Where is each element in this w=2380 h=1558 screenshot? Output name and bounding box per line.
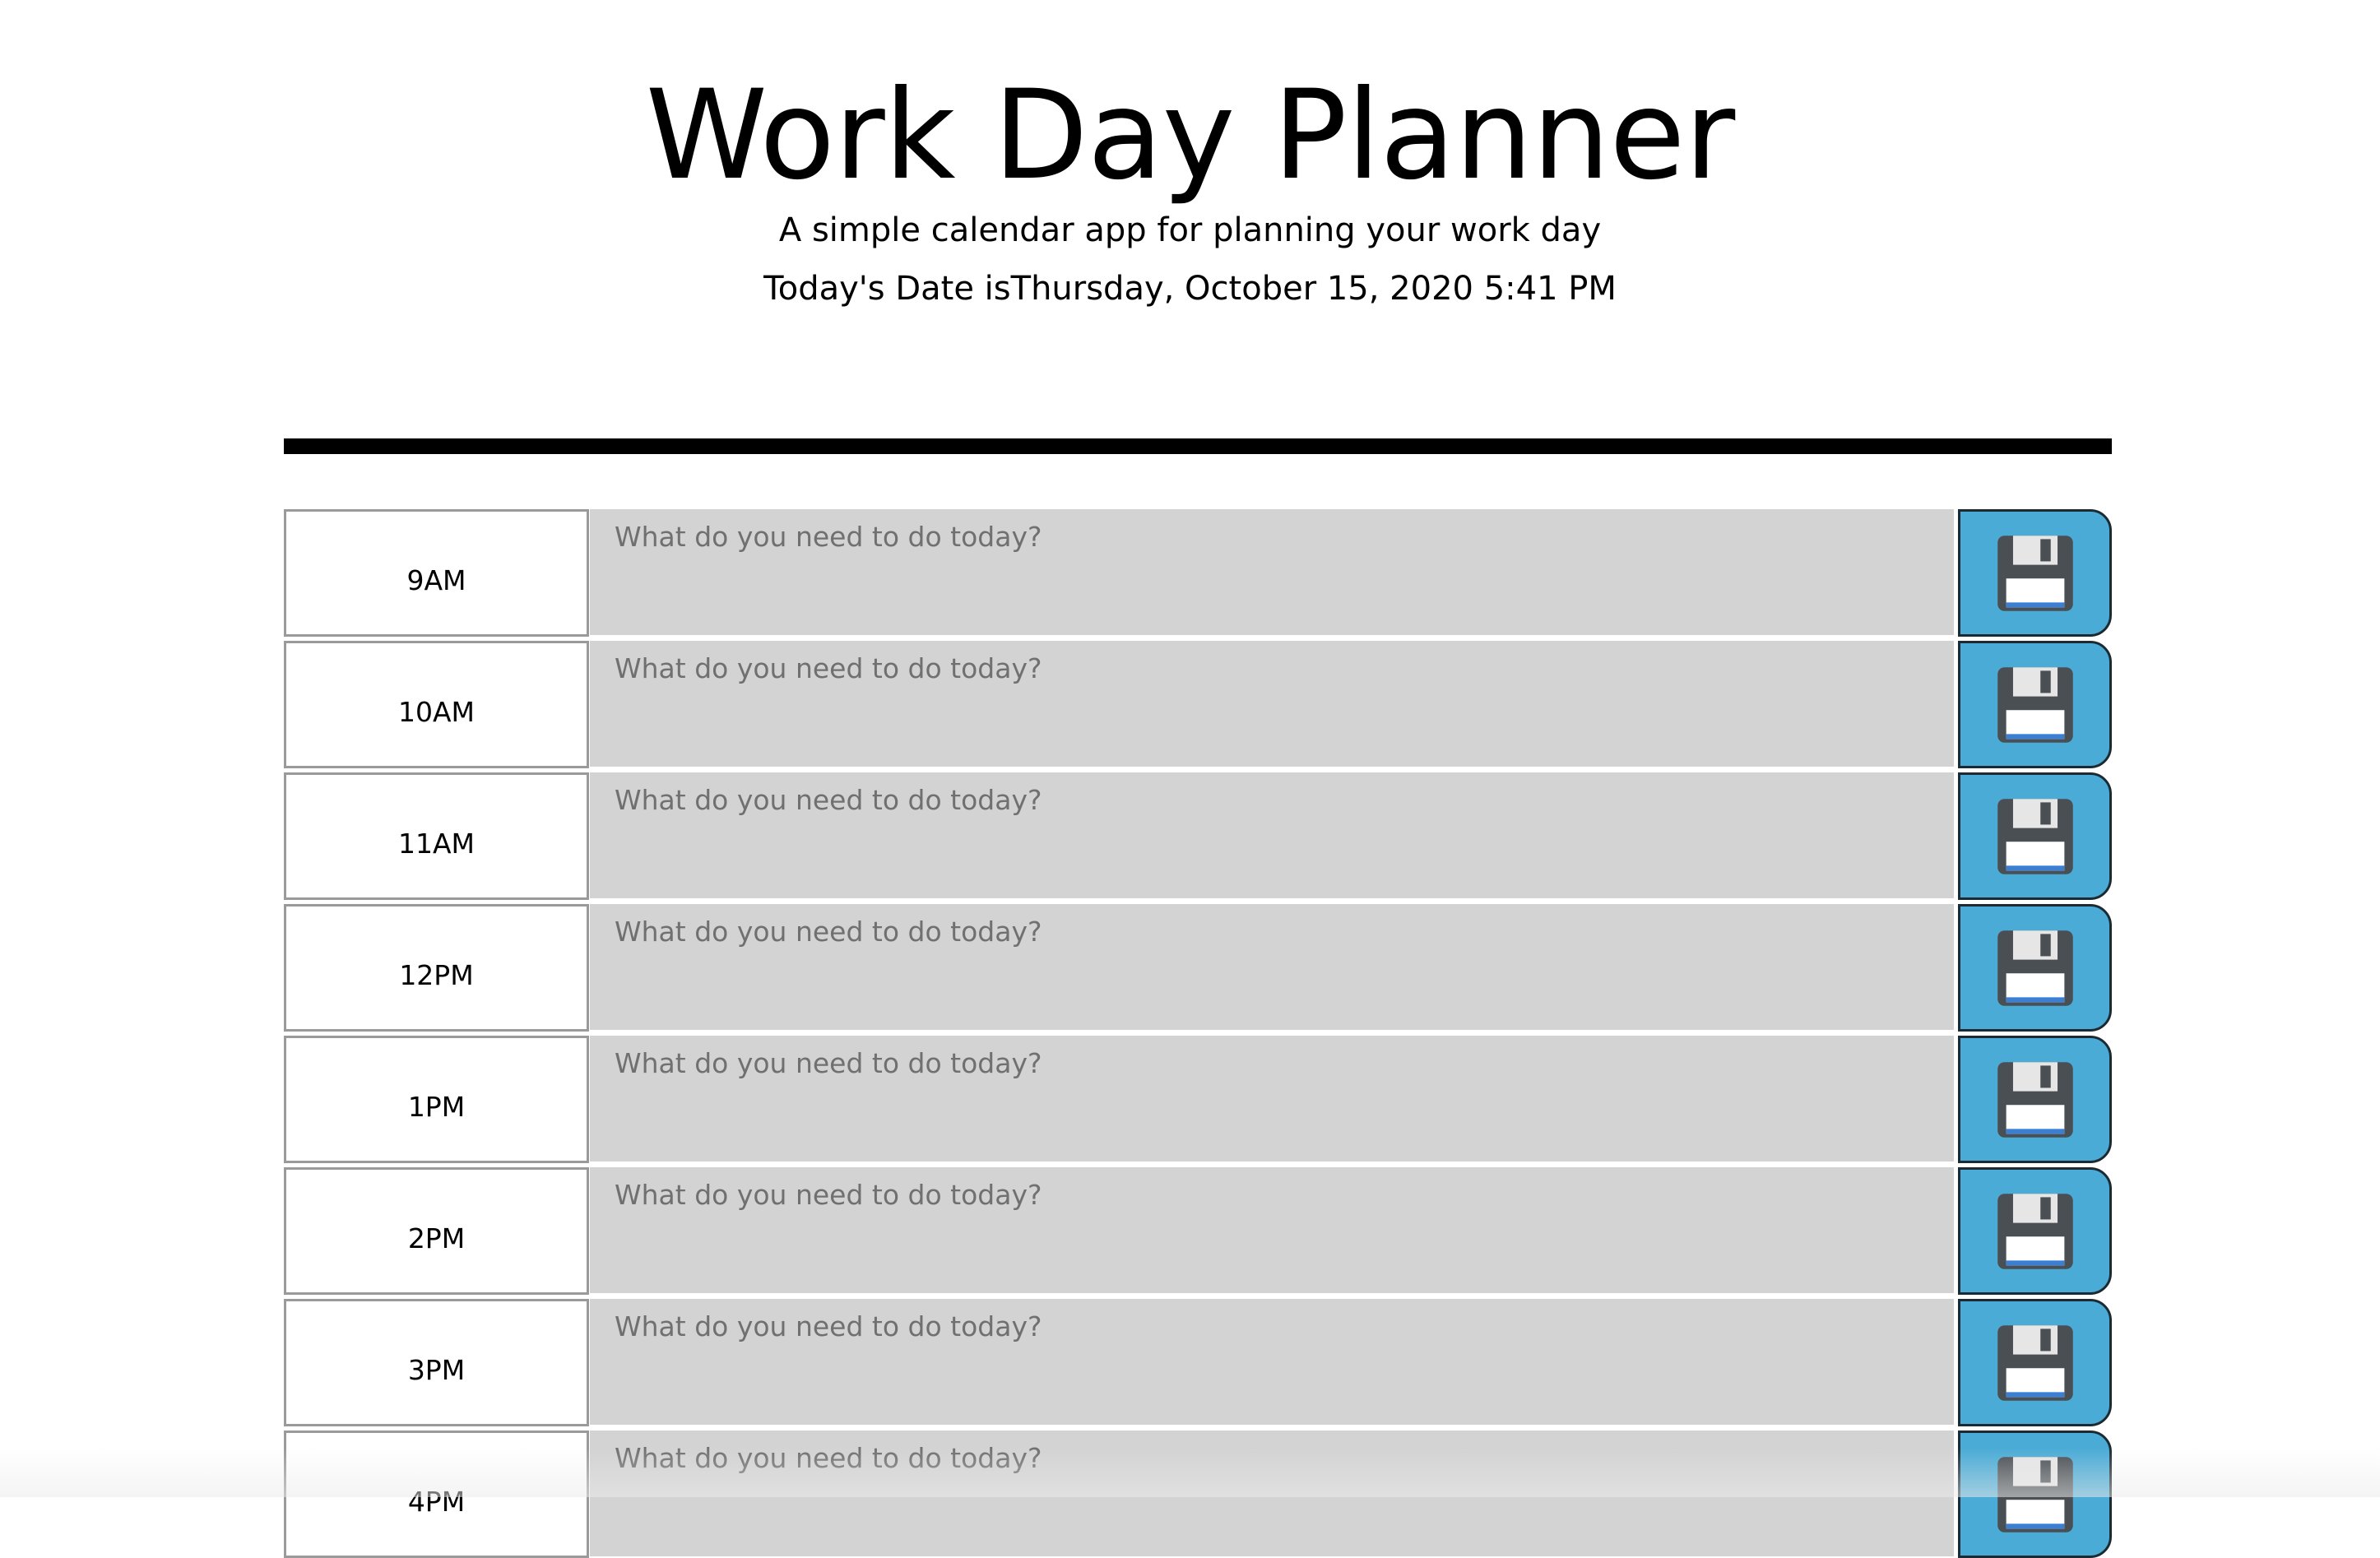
hour-text: 4PM: [407, 1486, 466, 1518]
task-input[interactable]: [590, 1299, 1954, 1426]
save-button[interactable]: [1958, 1036, 2112, 1163]
floppy-disk-icon: [1993, 1320, 2078, 1406]
save-button[interactable]: [1958, 772, 2112, 900]
floppy-disk-icon: [1993, 1452, 2078, 1537]
hour-label: 2PM: [284, 1167, 589, 1295]
hour-label: 4PM: [284, 1430, 589, 1558]
time-block-row: 11AM: [284, 772, 2112, 900]
page-subtitle: A simple calendar app for planning your …: [778, 211, 1602, 249]
task-input[interactable]: [590, 1430, 1954, 1558]
task-input[interactable]: [590, 772, 1954, 900]
time-block-row: 10AM: [284, 641, 2112, 768]
hour-label: 12PM: [284, 904, 589, 1032]
hour-label: 3PM: [284, 1299, 589, 1426]
time-block-row: 2PM: [284, 1167, 2112, 1295]
floppy-disk-icon: [1993, 925, 2078, 1011]
save-button[interactable]: [1958, 1430, 2112, 1558]
save-button[interactable]: [1958, 1167, 2112, 1295]
time-block-row: 1PM: [284, 1036, 2112, 1163]
page-title: Work Day Planner: [645, 64, 1736, 207]
time-block-row: 4PM: [284, 1430, 2112, 1558]
save-button[interactable]: [1958, 904, 2112, 1032]
time-block-row: 9AM: [284, 509, 2112, 637]
hour-label: 9AM: [284, 509, 589, 637]
hour-text: 10AM: [397, 696, 476, 728]
hour-label: 1PM: [284, 1036, 589, 1163]
floppy-disk-icon: [1993, 1189, 2078, 1274]
save-button[interactable]: [1958, 1299, 2112, 1426]
hour-label: 10AM: [284, 641, 589, 768]
task-input[interactable]: [590, 641, 1954, 768]
hour-text: 9AM: [406, 564, 466, 596]
hour-text: 1PM: [407, 1091, 466, 1123]
save-button[interactable]: [1958, 509, 2112, 637]
floppy-disk-icon: [1993, 794, 2078, 879]
hour-text: 2PM: [407, 1222, 466, 1254]
task-input[interactable]: [590, 509, 1954, 637]
save-button[interactable]: [1958, 641, 2112, 768]
hour-text: 11AM: [397, 828, 476, 860]
time-block-row: 3PM: [284, 1299, 2112, 1426]
hour-label: 11AM: [284, 772, 589, 900]
header-divider: [284, 438, 2112, 454]
task-input[interactable]: [590, 1036, 1954, 1163]
floppy-disk-icon: [1993, 1057, 2078, 1143]
hour-text: 12PM: [399, 959, 474, 991]
task-input[interactable]: [590, 1167, 1954, 1295]
hour-text: 3PM: [407, 1354, 466, 1386]
time-block-row: 12PM: [284, 904, 2112, 1032]
task-input[interactable]: [590, 904, 1954, 1032]
current-date: Today's Date isThursday, October 15, 202…: [763, 270, 1617, 308]
floppy-disk-icon: [1993, 662, 2078, 748]
floppy-disk-icon: [1993, 531, 2078, 616]
